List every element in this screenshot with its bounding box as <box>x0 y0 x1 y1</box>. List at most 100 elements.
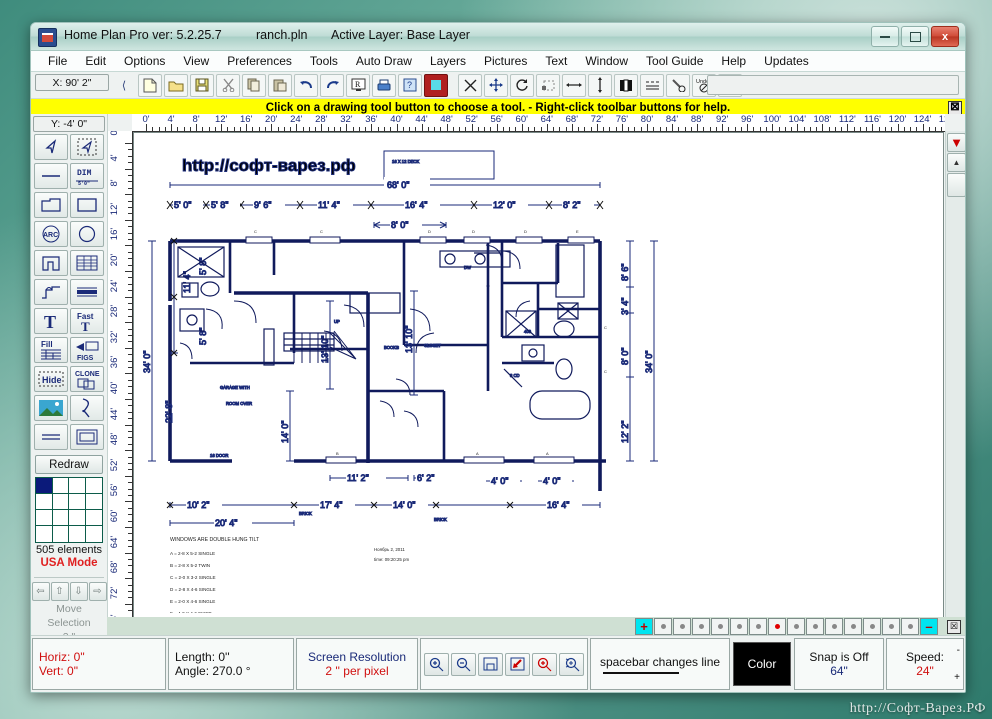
menu-item-auto-draw[interactable]: Auto Draw <box>347 53 421 69</box>
menu-item-layers[interactable]: Layers <box>421 53 475 69</box>
menu-item-tools[interactable]: Tools <box>301 53 347 69</box>
menu-item-tool-guide[interactable]: Tool Guide <box>637 53 712 69</box>
speed-readout[interactable]: Speed: 24" - + <box>886 638 964 690</box>
picture-tool[interactable] <box>34 395 68 421</box>
color-palette-grid[interactable] <box>35 477 103 543</box>
menu-item-edit[interactable]: Edit <box>76 53 115 69</box>
redo-icon[interactable] <box>320 73 344 97</box>
menu-item-window[interactable]: Window <box>576 53 637 69</box>
figures-tool[interactable]: FIGS <box>70 337 104 363</box>
zoom-window-icon[interactable] <box>532 652 557 676</box>
color-cell[interactable] <box>69 526 86 542</box>
paint-tools-icon[interactable] <box>666 73 690 97</box>
palette-swatch[interactable] <box>749 618 767 635</box>
print-icon[interactable] <box>372 73 396 97</box>
wall-tool[interactable] <box>34 250 68 276</box>
cut-scissors-icon[interactable] <box>216 73 240 97</box>
move-right-arrow[interactable]: ⇨ <box>88 582 107 601</box>
new-file-icon[interactable] <box>138 73 162 97</box>
rectangle-tool[interactable] <box>70 192 104 218</box>
color-cell[interactable] <box>36 526 53 542</box>
color-cell[interactable] <box>69 494 86 510</box>
speed-decrease-button[interactable]: - <box>957 645 960 656</box>
minimize-button[interactable] <box>871 26 899 47</box>
select-region-icon[interactable] <box>536 73 560 97</box>
vertical-resize-icon[interactable] <box>588 73 612 97</box>
zoom-pan-icon[interactable] <box>559 652 584 676</box>
double-line-tool[interactable] <box>34 424 68 450</box>
move-down-arrow[interactable]: ⇩ <box>69 582 88 601</box>
color-cell[interactable] <box>69 510 86 526</box>
ruler-screen-icon[interactable]: R <box>346 73 370 97</box>
menu-item-help[interactable]: Help <box>712 53 755 69</box>
dimension-tool[interactable]: DIM 5'0" <box>70 163 104 189</box>
window-grid-tool[interactable] <box>70 250 104 276</box>
line-style-icon[interactable] <box>640 73 664 97</box>
line-tool[interactable] <box>34 163 68 189</box>
palette-swatch[interactable] <box>673 618 691 635</box>
color-cell[interactable] <box>85 494 102 510</box>
palette-swatch[interactable] <box>730 618 748 635</box>
scroll-up-button[interactable]: ▲ <box>947 153 965 172</box>
palette-swatch[interactable] <box>901 618 919 635</box>
menu-item-pictures[interactable]: Pictures <box>475 53 536 69</box>
palette-swatch[interactable] <box>787 618 805 635</box>
color-cell[interactable] <box>85 510 102 526</box>
vertical-ruler[interactable]: 0' 4' 8' 12' 16' 20' 24' 28' 32' 36' 40' 44' 48' 52' 5… <box>108 131 133 670</box>
hint-close-icon[interactable]: ⊠ <box>948 101 962 115</box>
undo-icon[interactable] <box>294 73 318 97</box>
palette-add-button[interactable]: + <box>635 618 653 635</box>
move-left-arrow[interactable]: ⇦ <box>31 582 50 601</box>
zoom-selection-icon[interactable] <box>505 652 530 676</box>
color-cell[interactable] <box>85 478 102 494</box>
horizontal-resize-icon[interactable] <box>562 73 586 97</box>
frame-tool[interactable] <box>70 424 104 450</box>
zoom-out-icon[interactable] <box>451 652 476 676</box>
menu-item-file[interactable]: File <box>39 53 76 69</box>
paste-icon[interactable] <box>268 73 292 97</box>
vertical-scrollbar[interactable]: ▼ ▲ <box>945 131 965 670</box>
color-cell[interactable] <box>36 494 53 510</box>
close-button[interactable]: x <box>931 26 959 47</box>
menu-item-text[interactable]: Text <box>536 53 576 69</box>
stairs-tool[interactable] <box>34 279 68 305</box>
polyline-tool[interactable] <box>34 192 68 218</box>
select-arrow-tool[interactable] <box>34 134 68 160</box>
color-cell[interactable] <box>52 494 69 510</box>
fast-text-tool[interactable]: Fast T <box>70 308 104 334</box>
toolbar-blank-field[interactable] <box>707 75 959 95</box>
hide-tool[interactable]: Hide <box>34 366 68 392</box>
copy-icon[interactable] <box>242 73 266 97</box>
menu-item-view[interactable]: View <box>174 53 218 69</box>
help-question-icon[interactable]: ? <box>398 73 422 97</box>
menu-item-preferences[interactable]: Preferences <box>218 53 301 69</box>
color-swatch-icon[interactable] <box>424 73 448 97</box>
clone-tool[interactable]: CLONE <box>70 366 104 392</box>
menu-item-options[interactable]: Options <box>115 53 174 69</box>
color-cell[interactable] <box>69 478 86 494</box>
palette-swatch[interactable] <box>654 618 672 635</box>
beam-tool[interactable] <box>70 279 104 305</box>
color-cell[interactable] <box>52 510 69 526</box>
horizontal-ruler[interactable]: 0' 4' 8' 12' 16' 20' 24' 28' 32' 36' 40' 44' 48' 52' 5… <box>132 114 945 132</box>
color-cell-active[interactable] <box>36 478 53 494</box>
drawing-canvas[interactable]: http://софт-варез.рф 16 X 12 DECK 68' 0" <box>133 132 944 669</box>
palette-swatch[interactable] <box>882 618 900 635</box>
redraw-button[interactable]: Redraw <box>35 455 103 474</box>
freehand-tool[interactable] <box>70 395 104 421</box>
maximize-button[interactable] <box>901 26 929 47</box>
move-up-arrow[interactable]: ⇧ <box>50 582 69 601</box>
select-box-tool[interactable] <box>70 134 104 160</box>
menu-item-updates[interactable]: Updates <box>755 53 818 69</box>
move-arrows-icon[interactable] <box>484 73 508 97</box>
palette-remove-button[interactable]: – <box>920 618 938 635</box>
layers-bars-icon[interactable] <box>614 73 638 97</box>
scroll-thumb[interactable] <box>947 173 965 197</box>
fit-page-icon[interactable] <box>478 652 503 676</box>
palette-swatch[interactable] <box>825 618 843 635</box>
color-cell[interactable] <box>86 526 103 542</box>
palette-swatch[interactable] <box>844 618 862 635</box>
color-cell[interactable] <box>52 478 69 494</box>
speed-increase-button[interactable]: + <box>954 672 960 683</box>
text-tool[interactable]: T <box>34 308 68 334</box>
